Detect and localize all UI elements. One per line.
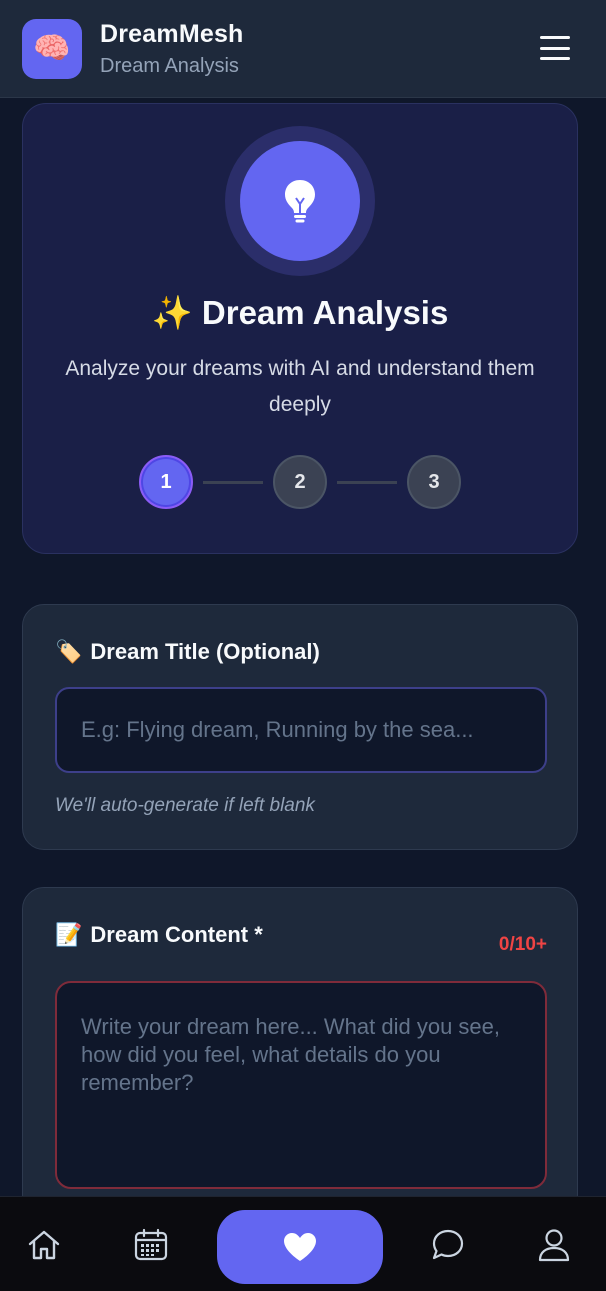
dream-content-card: 📝 Dream Content * 0/10+ bbox=[22, 887, 578, 1217]
hero-description: Analyze your dreams with AI and understa… bbox=[65, 357, 535, 416]
hamburger-menu-icon[interactable] bbox=[540, 36, 570, 60]
brain-icon: 🧠 bbox=[33, 31, 71, 65]
character-counter: 0/10+ bbox=[498, 934, 547, 955]
home-icon bbox=[28, 1230, 60, 1259]
step-connector bbox=[203, 480, 263, 484]
memo-icon: 📝 bbox=[55, 922, 83, 947]
menu-bar bbox=[540, 46, 570, 50]
dream-title-label: 🏷️ Dream Title (Optional) bbox=[55, 639, 320, 665]
calendar-icon bbox=[134, 1228, 168, 1260]
app-logo[interactable]: 🧠 bbox=[22, 18, 82, 79]
nav-profile[interactable] bbox=[524, 1197, 584, 1291]
chat-icon bbox=[432, 1229, 464, 1259]
menu-bar bbox=[540, 57, 570, 60]
dream-title-card: 🏷️ Dream Title (Optional) We'll auto-gen… bbox=[22, 604, 578, 850]
brand: DreamMesh Dream Analysis bbox=[100, 20, 244, 78]
dream-content-label: 📝 Dream Content * bbox=[55, 922, 263, 948]
dream-content-label-text: Dream Content * bbox=[90, 922, 263, 947]
profile-icon bbox=[538, 1228, 570, 1261]
icon-circle bbox=[240, 141, 360, 261]
step-3[interactable]: 3 bbox=[407, 455, 461, 509]
nav-chat[interactable] bbox=[418, 1197, 478, 1291]
dream-title-hint: We'll auto-generate if left blank bbox=[55, 795, 315, 816]
bottom-nav bbox=[0, 1196, 606, 1291]
dream-content-textarea[interactable] bbox=[55, 981, 547, 1189]
menu-bar bbox=[540, 36, 570, 39]
lightbulb-icon bbox=[285, 180, 315, 223]
page-subtitle: Dream Analysis bbox=[100, 54, 239, 77]
nav-calendar[interactable] bbox=[121, 1197, 181, 1291]
nav-analyze[interactable] bbox=[217, 1210, 383, 1284]
step-connector bbox=[337, 480, 397, 484]
tag-icon: 🏷️ bbox=[55, 639, 83, 664]
dream-title-input[interactable] bbox=[55, 687, 547, 773]
step-2[interactable]: 2 bbox=[273, 455, 327, 509]
icon-ring bbox=[225, 126, 375, 276]
app-name: DreamMesh bbox=[100, 19, 244, 48]
hero-card: ✨ Dream Analysis Analyze your dreams wit… bbox=[22, 103, 578, 554]
step-1[interactable]: 1 bbox=[139, 455, 193, 509]
heart-icon bbox=[284, 1233, 316, 1261]
hero-title: ✨ Dream Analysis bbox=[151, 294, 449, 331]
nav-home[interactable] bbox=[14, 1197, 74, 1291]
dream-title-label-text: Dream Title (Optional) bbox=[90, 639, 320, 664]
app-header: 🧠 DreamMesh Dream Analysis bbox=[0, 0, 606, 98]
step-indicator: 1 2 3 bbox=[139, 455, 461, 509]
